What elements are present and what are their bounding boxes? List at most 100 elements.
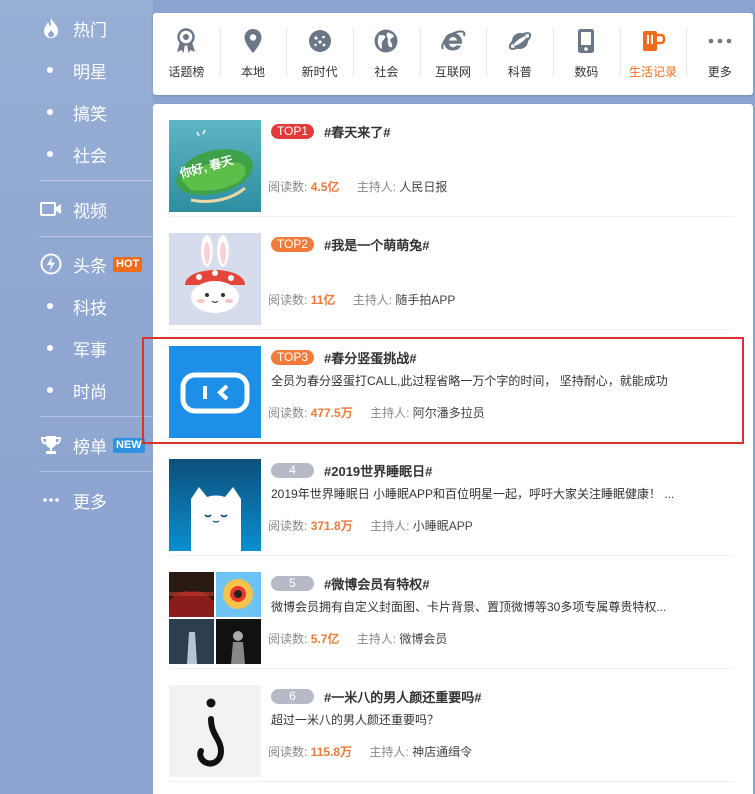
rank-badge: 4 bbox=[271, 463, 314, 478]
reads-label: 阅读数: bbox=[268, 406, 308, 420]
topic-meta: 阅读数: 115.8万 主持人: 神店通缉令 bbox=[268, 743, 472, 760]
topic-title[interactable]: #我是一个萌萌兔# bbox=[324, 235, 429, 254]
reads-count: 4.5亿 bbox=[310, 180, 340, 194]
topic-title[interactable]: #一米八的男人颜还重要吗# bbox=[324, 687, 481, 706]
topic-thumbnail[interactable] bbox=[169, 346, 261, 438]
sidebar-item-label: 社会 bbox=[73, 146, 107, 166]
host-name[interactable]: 人民日报 bbox=[399, 180, 447, 194]
topic-meta: 阅读数: 11亿 主持人: 随手拍APP bbox=[268, 291, 455, 308]
sidebar-item-headlines[interactable]: 头条 HOT bbox=[0, 246, 153, 282]
cup-icon bbox=[639, 27, 667, 55]
rank-badge: TOP1 bbox=[271, 124, 314, 139]
reads-count: 477.5万 bbox=[310, 406, 353, 420]
sidebar-divider bbox=[39, 180, 153, 181]
sidebar-divider bbox=[39, 471, 153, 472]
topic-thumbnail[interactable] bbox=[169, 685, 261, 777]
topic-title[interactable]: #春分竖蛋挑战# bbox=[324, 348, 416, 367]
location-pin-icon bbox=[239, 27, 267, 55]
bullet-dot bbox=[47, 303, 53, 309]
sidebar-divider bbox=[39, 236, 153, 237]
bullet-dot bbox=[47, 151, 53, 157]
rank-badge: 6 bbox=[271, 689, 314, 704]
sidebar-item-label: 军事 bbox=[73, 340, 107, 360]
topic-description: 全员为春分竖蛋打CALL,此过程省略一万个字的时间， 坚持耐心，就能成功 bbox=[271, 374, 668, 388]
sidebar-item-label: 视频 bbox=[73, 201, 107, 221]
topic-row[interactable]: TOP2 #我是一个萌萌兔# 阅读数: 11亿 主持人: 随手拍APP bbox=[169, 217, 734, 330]
host-label: 主持人: bbox=[352, 293, 393, 307]
category-topic-rank[interactable]: 话题榜 bbox=[153, 13, 220, 95]
sidebar-item-video[interactable]: 视频 bbox=[0, 191, 153, 227]
sidebar-item-more[interactable]: 更多 bbox=[0, 482, 153, 518]
new-badge: NEW bbox=[113, 437, 145, 453]
topic-thumbnail[interactable] bbox=[169, 233, 261, 325]
category-label: 新时代 bbox=[301, 65, 338, 79]
sidebar-item-label: 搞笑 bbox=[73, 104, 107, 124]
category-internet[interactable]: 互联网 bbox=[419, 13, 487, 95]
reads-label: 阅读数: bbox=[268, 519, 308, 533]
sidebar-item-stars[interactable]: 明星 bbox=[0, 52, 153, 88]
globe-icon bbox=[372, 27, 400, 55]
bullet-dot bbox=[47, 345, 53, 351]
host-name[interactable]: 随手拍APP bbox=[395, 293, 455, 307]
host-label: 主持人: bbox=[370, 406, 410, 420]
reads-label: 阅读数: bbox=[268, 745, 308, 759]
category-society[interactable]: 社会 bbox=[353, 13, 420, 95]
reads-count: 11亿 bbox=[310, 293, 336, 307]
topic-meta: 阅读数: 371.8万 主持人: 小睡眠APP bbox=[268, 517, 473, 534]
more-icon bbox=[706, 27, 734, 55]
category-digital[interactable]: 数码 bbox=[553, 13, 620, 95]
rank-badge: TOP3 bbox=[271, 350, 314, 365]
sidebar-item-funny[interactable]: 搞笑 bbox=[0, 94, 153, 130]
topic-row[interactable]: TOP3 #春分竖蛋挑战# 全员为春分竖蛋打CALL,此过程省略一万个字的时间，… bbox=[169, 330, 734, 443]
topic-title[interactable]: #微博会员有特权# bbox=[324, 574, 429, 593]
topic-thumbnail[interactable] bbox=[169, 459, 261, 551]
sidebar-item-hot[interactable]: 热门 bbox=[0, 10, 153, 46]
reads-count: 115.8万 bbox=[310, 745, 353, 759]
phone-icon bbox=[572, 27, 600, 55]
topic-row[interactable]: 4 #2019世界睡眠日# 2019年世界睡眠日 小睡眠APP和百位明星一起，呼… bbox=[169, 443, 734, 556]
sidebar-divider bbox=[39, 416, 153, 417]
trophy-icon bbox=[39, 433, 63, 457]
host-label: 主持人: bbox=[356, 180, 397, 194]
topic-title[interactable]: #春天来了# bbox=[324, 122, 390, 141]
category-new-era[interactable]: 新时代 bbox=[286, 13, 353, 95]
ie-browser-icon bbox=[439, 27, 467, 55]
category-label: 更多 bbox=[707, 65, 732, 79]
sidebar-item-label: 科技 bbox=[73, 298, 107, 318]
sidebar-item-fashion[interactable]: 时尚 bbox=[0, 372, 153, 408]
topic-list: 你好, 春天 TOP1 #春天来了# 阅读数: 4.5亿 主持人: 人民日报 T… bbox=[153, 104, 753, 794]
reads-count: 371.8万 bbox=[310, 519, 353, 533]
sidebar-item-rankings[interactable]: 榜单 NEW bbox=[0, 427, 153, 463]
sidebar-item-label: 时尚 bbox=[73, 382, 107, 402]
category-local[interactable]: 本地 bbox=[219, 13, 287, 95]
host-name[interactable]: 微博会员 bbox=[399, 632, 447, 646]
category-label: 社会 bbox=[374, 65, 399, 79]
topic-row[interactable]: 6 #一米八的男人颜还重要吗# 超过一米八的男人颜还重要吗？ 阅读数: 115.… bbox=[169, 669, 734, 782]
topic-description: 2019年世界睡眠日 小睡眠APP和百位明星一起，呼吁大家关注睡眠健康！ ... bbox=[271, 487, 675, 501]
category-science[interactable]: 科普 bbox=[486, 13, 553, 95]
sidebar: 热门 明星 搞笑 社会 视频 头条 HOT 科技 军事 时尚 榜单 NEW 更多 bbox=[0, 0, 153, 794]
topic-meta: 阅读数: 477.5万 主持人: 阿尔潘多拉员 bbox=[268, 404, 485, 421]
topic-meta: 阅读数: 5.7亿 主持人: 微博会员 bbox=[268, 630, 447, 647]
hot-badge: HOT bbox=[113, 256, 143, 272]
reads-label: 阅读数: bbox=[268, 632, 308, 646]
category-label: 本地 bbox=[241, 65, 266, 79]
reads-count: 5.7亿 bbox=[310, 632, 340, 646]
category-life-record[interactable]: 生活记录 bbox=[619, 13, 687, 95]
sidebar-item-label: 热门 bbox=[73, 20, 107, 40]
topic-title[interactable]: #2019世界睡眠日# bbox=[324, 461, 432, 480]
topic-thumbnail[interactable] bbox=[169, 572, 261, 664]
category-label: 生活记录 bbox=[629, 65, 678, 79]
category-more[interactable]: 更多 bbox=[686, 13, 753, 95]
rank-badge: 5 bbox=[271, 576, 314, 591]
sidebar-item-tech[interactable]: 科技 bbox=[0, 288, 153, 324]
host-name[interactable]: 阿尔潘多拉员 bbox=[413, 406, 485, 420]
host-name[interactable]: 神店通缉令 bbox=[412, 745, 472, 759]
topic-row[interactable]: 5 #微博会员有特权# 微博会员拥有自定义封面图、卡片背景、置顶微博等30多项专… bbox=[169, 556, 734, 669]
topic-thumbnail[interactable]: 你好, 春天 bbox=[169, 120, 261, 212]
sidebar-item-society[interactable]: 社会 bbox=[0, 136, 153, 172]
host-name[interactable]: 小睡眠APP bbox=[413, 519, 473, 533]
sidebar-item-military[interactable]: 军事 bbox=[0, 330, 153, 366]
topic-row[interactable]: 你好, 春天 TOP1 #春天来了# 阅读数: 4.5亿 主持人: 人民日报 bbox=[169, 104, 734, 217]
more-dots-icon bbox=[39, 488, 63, 512]
